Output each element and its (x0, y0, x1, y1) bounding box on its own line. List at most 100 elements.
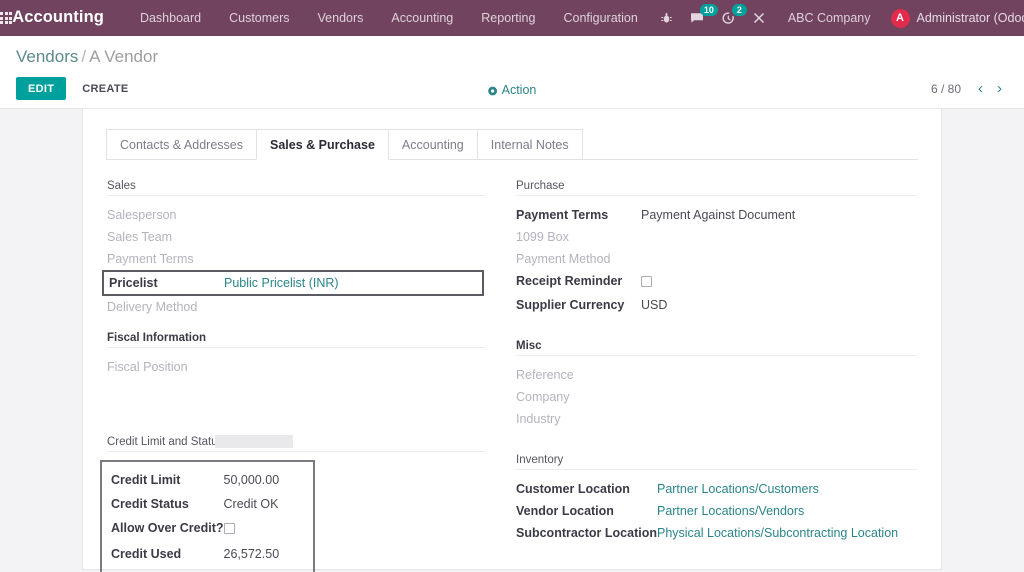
top-navbar: Accounting Dashboard Customers Vendors A… (0, 0, 1024, 36)
form-column-right: Purchase Payment Terms Payment Against D… (512, 180, 917, 572)
field-row-pricelist: Pricelist Public Pricelist (INR) (109, 274, 476, 292)
field-row-fiscal-position: Fiscal Position (107, 356, 486, 378)
menu-item-vendors[interactable]: Vendors (304, 0, 378, 36)
group-fiscal-title: Fiscal Information (107, 332, 486, 348)
edit-button[interactable]: EDIT (16, 77, 67, 100)
value-fiscal-position[interactable] (222, 356, 486, 378)
value-payment-terms-sales[interactable] (222, 248, 486, 270)
breadcrumb-current: A Vendor (89, 47, 159, 66)
pricelist-highlight-box: Pricelist Public Pricelist (INR) (102, 270, 484, 296)
create-button[interactable]: CREATE (71, 77, 139, 100)
apps-grid-icon[interactable] (0, 0, 13, 36)
allow-over-credit-checkbox[interactable] (223, 523, 235, 534)
label-delivery-method: Delivery Method (107, 300, 198, 314)
label-pricelist: Pricelist (109, 276, 158, 290)
group-credit-title: Credit Limit and Status (107, 436, 224, 448)
pager-previous-button[interactable]: ‹ (972, 79, 989, 98)
messaging-icon[interactable]: 10 (681, 0, 718, 36)
field-row-credit-limit: Credit Limit 50,000.00 (111, 468, 304, 492)
value-vendor-location-link[interactable]: Partner Locations/Vendors (657, 504, 804, 518)
app-brand-title: Accounting (12, 8, 104, 26)
value-salesperson[interactable] (222, 204, 486, 226)
redaction-overlay (215, 435, 293, 448)
group-fiscal-information: Fiscal Information Fiscal Position (107, 332, 486, 378)
receipt-reminder-checkbox[interactable] (641, 276, 652, 287)
value-subcontractor-location-link[interactable]: Physical Locations/Subcontracting Locati… (657, 526, 898, 540)
value-reference[interactable] (641, 364, 917, 386)
menu-item-customers[interactable]: Customers (215, 0, 303, 36)
tab-contacts-addresses[interactable]: Contacts & Addresses (106, 129, 257, 160)
control-panel: Vendors / A Vendor EDIT CREATE 6 / 80 ‹ › … (0, 36, 1024, 109)
form-columns: Sales Salesperson Sales Team Payment Ter… (100, 160, 917, 572)
group-misc: Misc Reference Company Industry (516, 340, 917, 430)
pager-next-button[interactable]: › (991, 79, 1008, 98)
value-supplier-currency[interactable]: USD (641, 294, 917, 316)
group-inventory: Inventory Customer Location Partner Loca… (516, 454, 917, 544)
bug-icon[interactable] (652, 0, 681, 36)
value-pricelist-link[interactable]: Public Pricelist (INR) (224, 276, 339, 290)
credit-highlight-box: Credit Limit 50,000.00 Credit Status Cre… (100, 460, 315, 572)
field-row-payment-method: Payment Method (516, 248, 917, 270)
breadcrumb: Vendors / A Vendor (16, 46, 1008, 68)
action-menu-button[interactable]: Action (488, 83, 537, 97)
close-icon[interactable] (744, 0, 774, 36)
group-purchase: Purchase Payment Terms Payment Against D… (516, 180, 917, 316)
field-row-1099-box: 1099 Box (516, 226, 917, 248)
field-row-industry: Industry (516, 408, 917, 430)
group-purchase-title: Purchase (516, 180, 917, 196)
avatar: A (890, 8, 910, 28)
systray: 10 2 ABC Company A Administrator (Odoo15… (652, 0, 1024, 36)
field-row-vendor-location: Vendor Location Partner Locations/Vendor… (516, 500, 917, 522)
field-row-allow-over-credit: Allow Over Credit? (111, 516, 304, 542)
label-vendor-location: Vendor Location (516, 504, 614, 518)
value-customer-location-link[interactable]: Partner Locations/Customers (657, 482, 819, 496)
value-credit-status: Credit OK (223, 497, 279, 511)
value-1099-box[interactable] (641, 226, 917, 248)
group-credit-title-wrap: Credit Limit and Status (107, 435, 486, 452)
breadcrumb-separator: / (81, 47, 87, 66)
menu-item-configuration[interactable]: Configuration (549, 0, 651, 36)
label-payment-terms-purchase: Payment Terms (516, 208, 609, 222)
field-row-credit-used: Credit Used 26,572.50 (111, 542, 304, 566)
value-delivery-method[interactable] (222, 296, 486, 318)
tab-sales-purchase[interactable]: Sales & Purchase (255, 129, 389, 160)
field-row-supplier-currency: Supplier Currency USD (516, 294, 917, 316)
menu-item-dashboard[interactable]: Dashboard (126, 0, 215, 36)
menu-item-reporting[interactable]: Reporting (467, 0, 549, 36)
value-credit-limit[interactable]: 50,000.00 (224, 468, 304, 492)
value-industry[interactable] (641, 408, 917, 430)
value-payment-method[interactable] (641, 248, 917, 270)
label-payment-method: Payment Method (516, 252, 611, 266)
field-row-salesperson: Salesperson (107, 204, 486, 226)
label-fiscal-position: Fiscal Position (107, 360, 188, 374)
pager-count: 6 / 80 (930, 81, 961, 96)
pager: 6 / 80 ‹ › (931, 79, 1008, 98)
form-sheet: Contacts & Addresses Sales & Purchase Ac… (82, 109, 942, 572)
label-salesperson: Salesperson (107, 208, 177, 222)
field-row-customer-location: Customer Location Partner Locations/Cust… (516, 478, 917, 500)
label-industry: Industry (516, 412, 561, 426)
group-sales-title: Sales (107, 180, 486, 196)
label-credit-status: Credit Status (111, 497, 189, 511)
tab-accounting[interactable]: Accounting (387, 129, 478, 160)
value-payment-terms-purchase[interactable]: Payment Against Document (641, 204, 917, 226)
action-menu-label: Action (501, 83, 537, 97)
value-sales-team[interactable] (222, 226, 486, 248)
main-menu: Dashboard Customers Vendors Accounting R… (126, 0, 652, 36)
user-menu[interactable]: A Administrator (Odoo15EE-TEST) (883, 8, 1024, 28)
label-supplier-currency: Supplier Currency (516, 298, 625, 312)
label-receipt-reminder: Receipt Reminder (516, 274, 623, 288)
value-company[interactable] (641, 386, 917, 408)
menu-item-accounting[interactable]: Accounting (377, 0, 467, 36)
tab-internal-notes[interactable]: Internal Notes (476, 129, 583, 160)
field-row-payment-terms-sales: Payment Terms (107, 248, 486, 270)
company-switcher[interactable]: ABC Company (774, 11, 883, 25)
field-row-delivery-method: Delivery Method (107, 296, 486, 318)
field-row-credit-status: Credit Status Credit OK (111, 492, 304, 516)
label-credit-limit: Credit Limit (111, 473, 181, 487)
group-sales: Sales Salesperson Sales Team Payment Ter… (102, 180, 486, 318)
breadcrumb-vendors[interactable]: Vendors (16, 47, 78, 66)
activity-clock-icon[interactable]: 2 (713, 0, 747, 36)
field-row-payment-terms-purchase: Payment Terms Payment Against Document (516, 204, 917, 226)
label-allow-over-credit: Allow Over Credit? (111, 521, 224, 535)
